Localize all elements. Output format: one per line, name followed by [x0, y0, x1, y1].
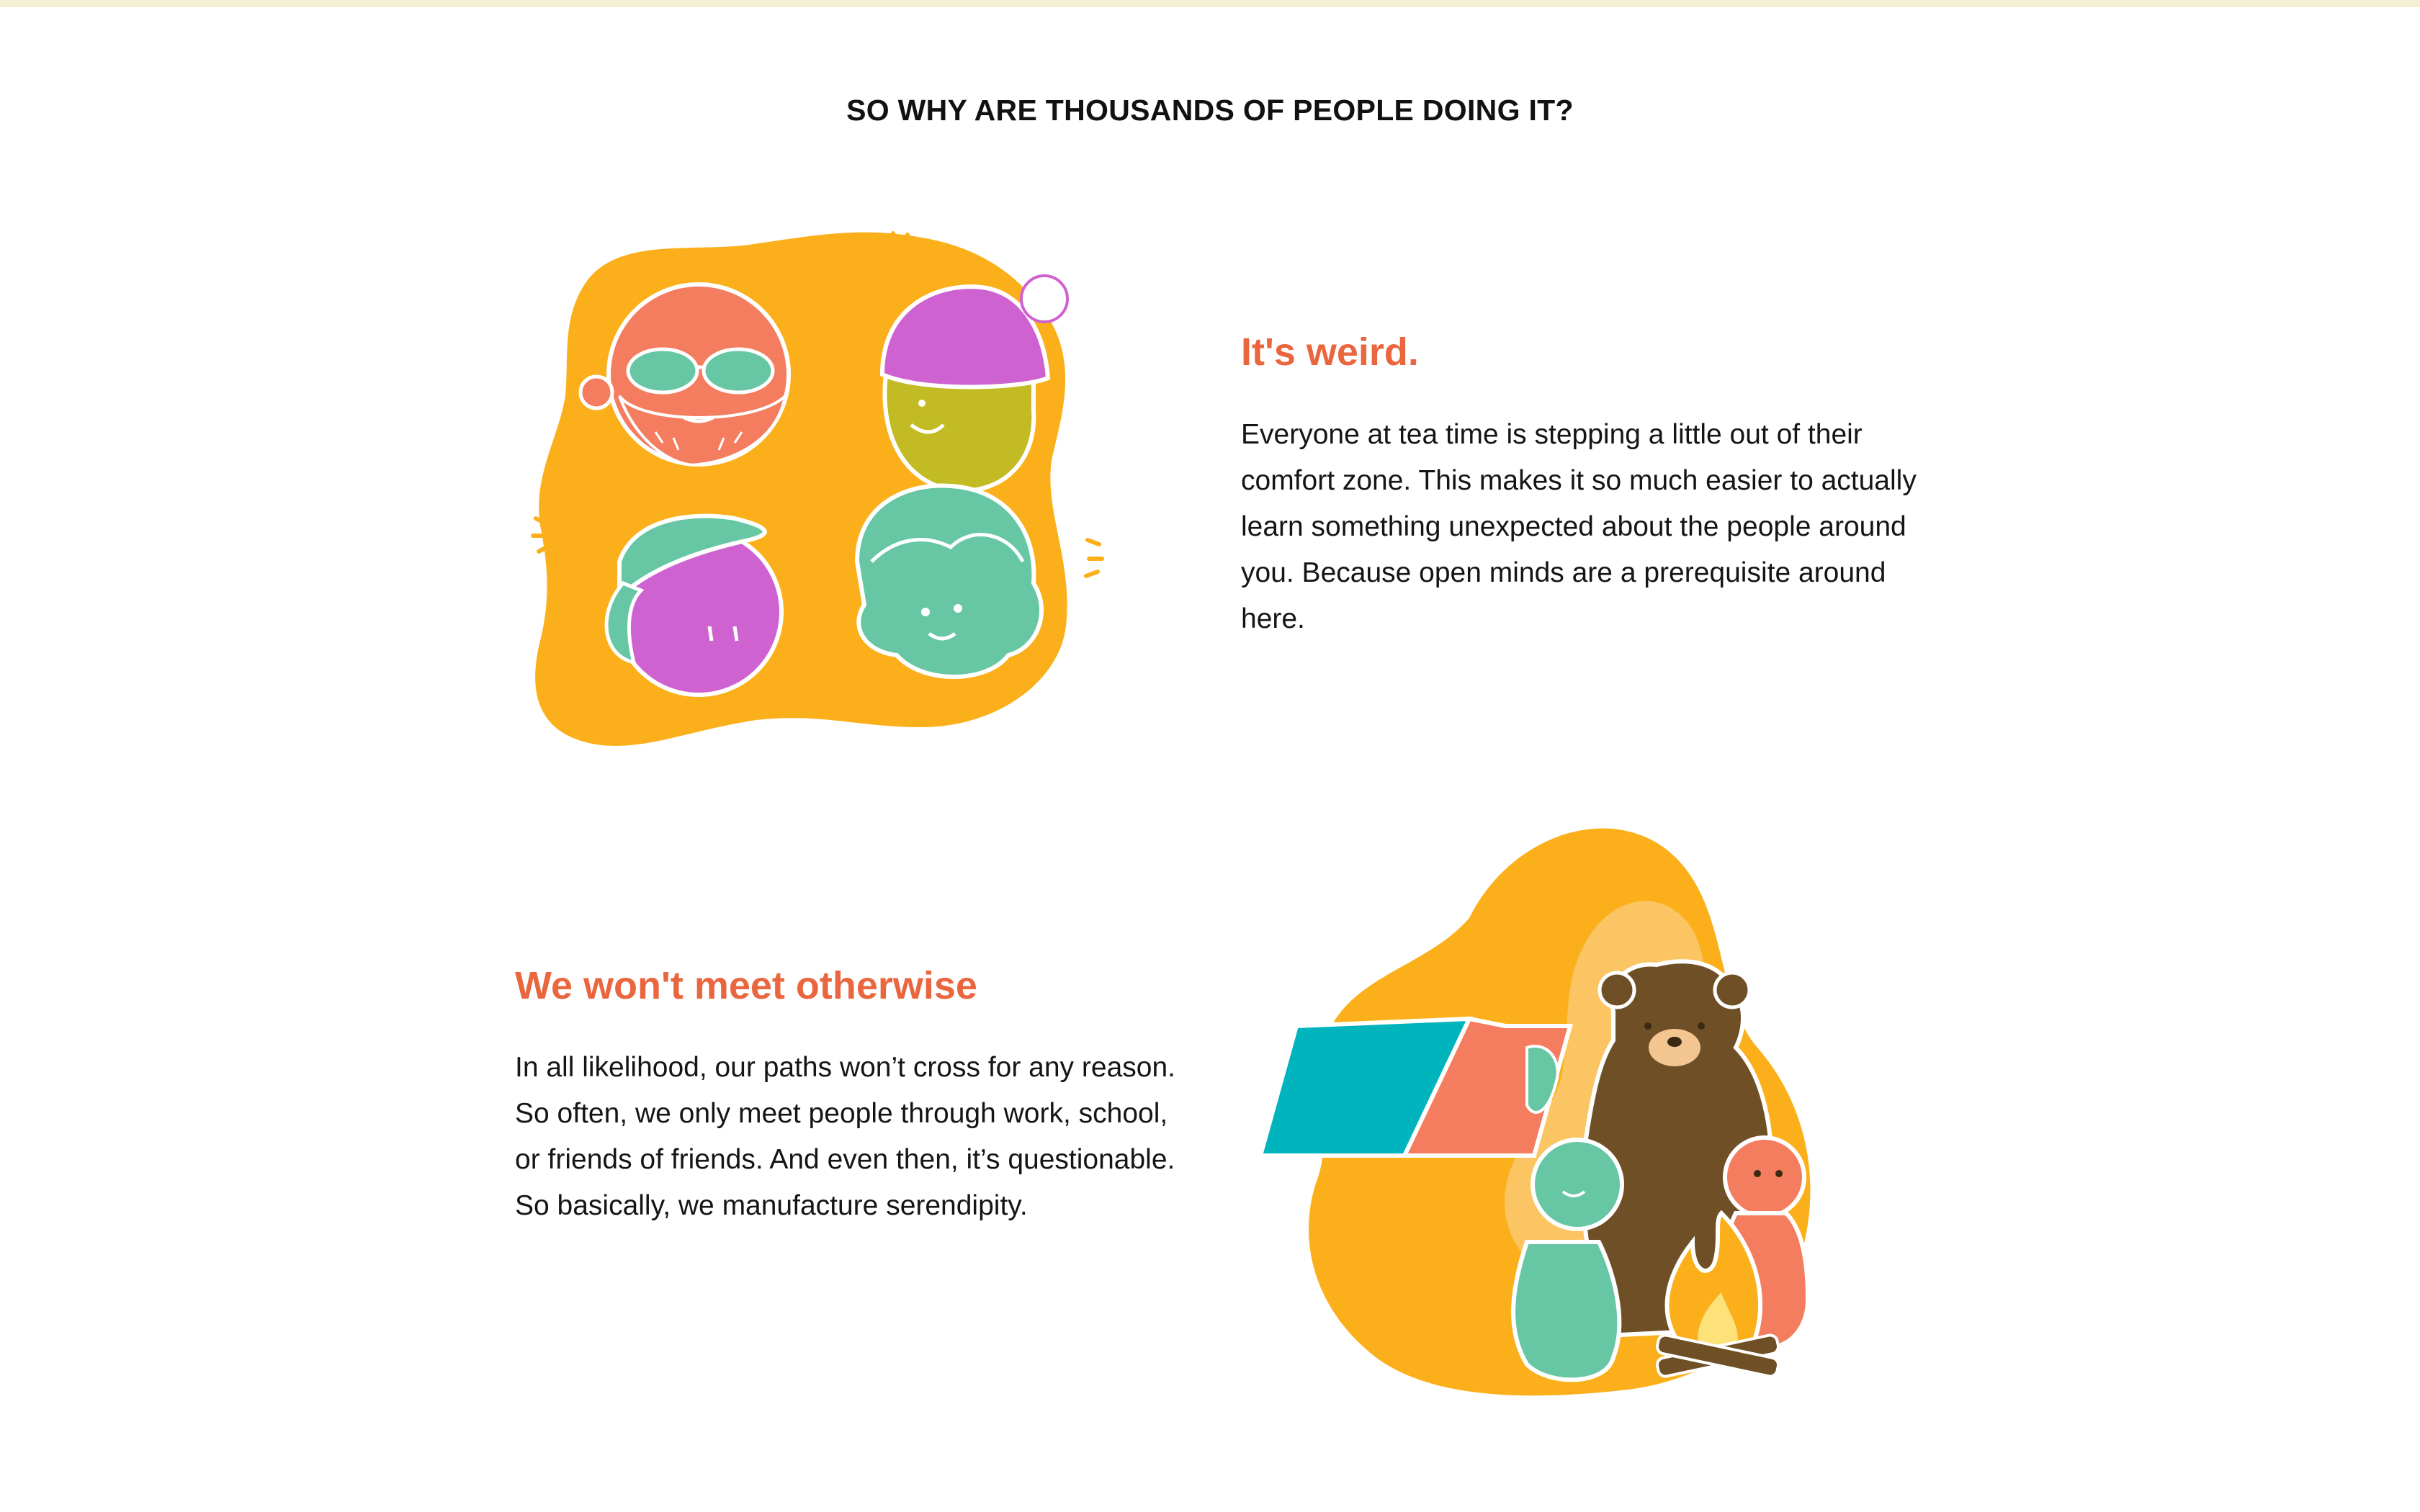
tent: [1258, 1016, 1573, 1158]
face-bob-hair: [854, 483, 1044, 679]
reason-heading-wont-meet: We won't meet otherwise: [515, 964, 977, 1007]
reason-heading-weird: It's weird.: [1241, 330, 1419, 374]
four-faces-illustration: [531, 231, 1104, 747]
reason-body-weird: Everyone at tea time is stepping a littl…: [1241, 419, 1917, 634]
campfire-bear-illustration: [1258, 828, 1811, 1396]
section-title: SO WHY ARE THOUSANDS OF PEOPLE DOING IT?: [846, 94, 1574, 127]
reason-body-wont-meet: In all likelihood, our paths won’t cross…: [515, 1052, 1175, 1221]
top-border-strip: [0, 0, 2420, 7]
